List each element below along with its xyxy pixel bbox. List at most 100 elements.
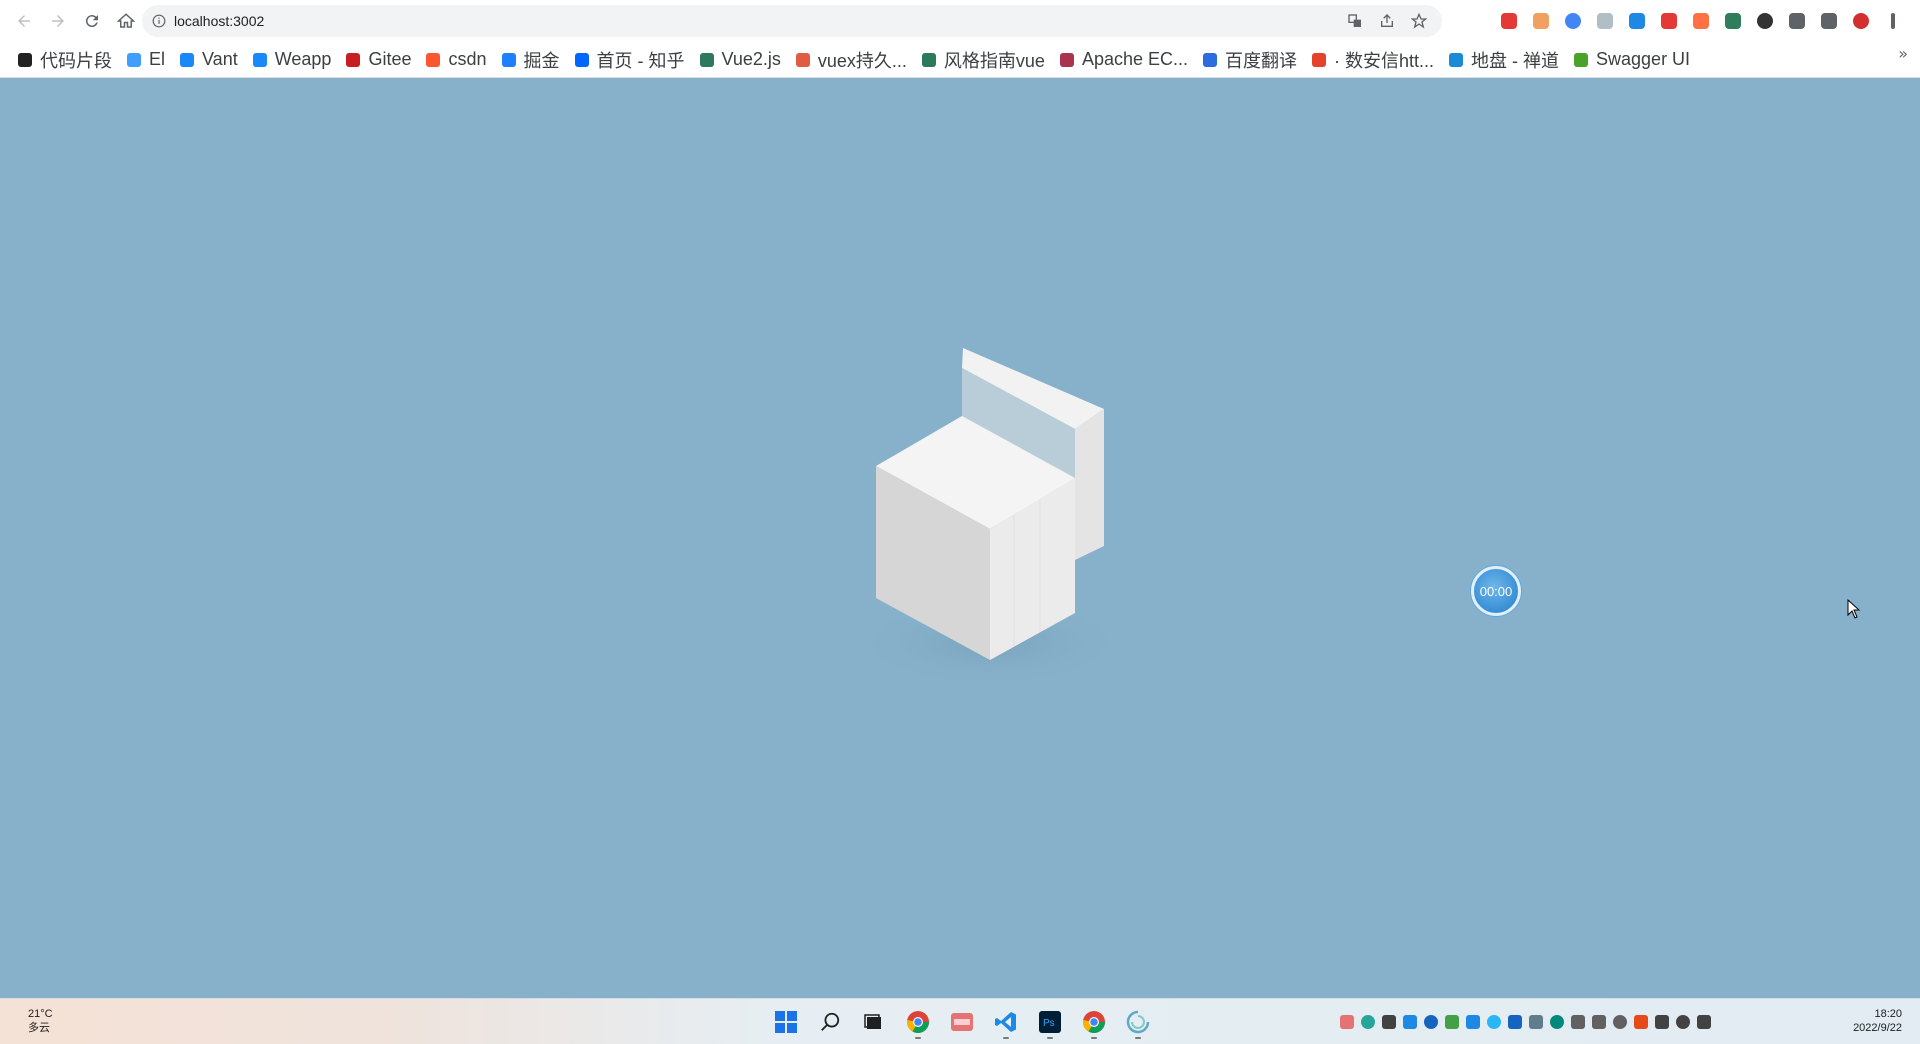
reload-button[interactable]	[76, 5, 108, 37]
glasses-extension-icon[interactable]	[1688, 8, 1714, 34]
bookmark-item[interactable]: Gitee	[340, 46, 417, 74]
profile-avatar-icon[interactable]	[1848, 8, 1874, 34]
tray-app-icon-6[interactable]	[1445, 1015, 1459, 1029]
forward-icon	[52, 15, 64, 27]
heart-extension-icon[interactable]	[1496, 8, 1522, 34]
url-text[interactable]: localhost:3002	[174, 13, 264, 29]
tray-app-icon-1[interactable]	[1340, 1015, 1354, 1029]
sync-extension-icon[interactable]	[1624, 8, 1650, 34]
system-clock[interactable]: 18:20 2022/9/22	[1853, 1007, 1902, 1035]
browser-toolbar: localhost:3002	[0, 0, 1920, 42]
bookmark-item[interactable]: · 数安信htt...	[1306, 46, 1440, 74]
wifi-icon[interactable]	[1655, 1015, 1669, 1029]
tray-app-icon-5[interactable]	[1424, 1015, 1438, 1029]
tray-app-icon-10[interactable]	[1550, 1015, 1564, 1029]
back-button[interactable]	[8, 5, 40, 37]
weather-widget[interactable]: 21°C 多云	[28, 1007, 53, 1035]
vue-extension-icon[interactable]	[1720, 8, 1746, 34]
bookmark-item[interactable]: Weapp	[247, 46, 338, 74]
tray-app-icon-7[interactable]	[1466, 1015, 1480, 1029]
start-button[interactable]	[768, 1004, 804, 1040]
bookmarks-overflow-button[interactable]: »	[1898, 44, 1908, 63]
bookmark-favicon-icon	[127, 52, 141, 67]
puzzle-extensions-icon[interactable]	[1784, 8, 1810, 34]
timer-badge[interactable]: 00:00	[1471, 566, 1521, 616]
translate-icon[interactable]	[1342, 8, 1368, 34]
tray-app-icon-4[interactable]	[1403, 1015, 1417, 1029]
bookmark-favicon-icon	[574, 52, 589, 67]
taskbar-chrome-alt[interactable]	[1076, 1004, 1112, 1040]
home-button[interactable]	[110, 5, 142, 37]
taskbar-apps: Ps	[768, 1003, 1156, 1041]
bookmark-item[interactable]: 地盘 - 禅道	[1443, 46, 1565, 74]
forward-button[interactable]	[42, 5, 74, 37]
taskbar-chrome[interactable]	[900, 1004, 936, 1040]
microphone-icon[interactable]	[1592, 1015, 1606, 1029]
bookmark-label: 地盘 - 禅道	[1471, 50, 1560, 71]
circle-extension-icon[interactable]	[1752, 8, 1778, 34]
puzzle-extensions-icon-glyph	[1789, 13, 1805, 29]
color-ring-extension-icon[interactable]	[1560, 8, 1586, 34]
back-block-right	[1075, 409, 1104, 560]
bookmark-item[interactable]: El	[121, 46, 171, 74]
search-icon	[821, 1012, 840, 1031]
bookmark-favicon-icon	[1574, 52, 1589, 67]
bookmark-item[interactable]: 首页 - 知乎	[569, 46, 691, 74]
profile-avatar-icon-glyph	[1853, 13, 1869, 29]
bookmark-item[interactable]: 代码片段	[12, 46, 118, 74]
battery-icon[interactable]	[1697, 1015, 1711, 1029]
system-tray	[1340, 1011, 1711, 1033]
bookmark-label: El	[149, 49, 166, 69]
volume-icon[interactable]	[1676, 1015, 1690, 1029]
bookmark-favicon-icon	[426, 52, 441, 67]
extensions-bar	[1496, 6, 1906, 36]
tray-app-icon-9[interactable]	[1529, 1015, 1543, 1029]
weather-temp: 21°C	[28, 1008, 53, 1020]
bookmark-item[interactable]: Apache EC...	[1054, 46, 1194, 74]
bookmark-favicon-icon	[1312, 52, 1326, 67]
bookmark-label: Vant	[202, 49, 238, 69]
bookmark-favicon-icon	[18, 52, 32, 67]
bookmark-item[interactable]: vuex持久...	[790, 46, 913, 74]
loading-app-icon	[1126, 1010, 1150, 1034]
bluetooth-icon[interactable]	[1508, 1015, 1522, 1029]
screen-extension-icon[interactable]	[1592, 8, 1618, 34]
cloud-icon[interactable]	[1571, 1015, 1585, 1029]
taskbar-lala-app[interactable]	[944, 1004, 980, 1040]
input-method-icon[interactable]	[1613, 1015, 1627, 1029]
tray-app-icon-2[interactable]	[1361, 1015, 1375, 1029]
taskbar-vscode[interactable]	[988, 1004, 1024, 1040]
side-panel-icon[interactable]	[1816, 8, 1842, 34]
menu-kebab-icon[interactable]	[1880, 8, 1906, 34]
bookmark-label: Swagger UI	[1596, 49, 1691, 69]
tray-app-icon-3[interactable]	[1382, 1015, 1396, 1029]
address-bar[interactable]: localhost:3002	[142, 5, 1442, 37]
bookmark-favicon-icon	[346, 52, 361, 67]
task-view-button[interactable]	[856, 1004, 892, 1040]
taskbar-search-button[interactable]	[812, 1004, 848, 1040]
taskbar-loading-app[interactable]	[1120, 1004, 1156, 1040]
tray-app-icon-8[interactable]	[1487, 1015, 1501, 1029]
circle-extension-icon-glyph	[1757, 13, 1773, 29]
bookmark-item[interactable]: 百度翻译	[1197, 46, 1303, 74]
share-icon[interactable]	[1374, 8, 1400, 34]
bookmark-item[interactable]: Vue2.js	[694, 46, 787, 74]
site-info-icon[interactable]	[152, 14, 166, 28]
lala-app-icon	[951, 1013, 973, 1031]
isometric-block-stack	[850, 348, 1130, 689]
bookmark-item[interactable]: Vant	[174, 46, 244, 74]
orange-extension-icon[interactable]	[1528, 8, 1554, 34]
glasses-extension-icon-glyph	[1693, 13, 1709, 29]
app-running-indicator	[915, 1037, 921, 1039]
game-canvas[interactable]: 00:00	[0, 78, 1920, 998]
bookmark-item[interactable]: Swagger UI	[1568, 46, 1696, 74]
bookmark-item[interactable]: csdn	[420, 46, 492, 74]
bookmark-label: Vue2.js	[721, 49, 781, 69]
tray-app-icon-11[interactable]	[1634, 1015, 1648, 1029]
red-box-extension-icon[interactable]	[1656, 8, 1682, 34]
app-running-indicator	[1135, 1037, 1141, 1039]
bookmark-item[interactable]: 掘金	[496, 46, 566, 74]
bookmark-item[interactable]: 风格指南vue	[916, 46, 1051, 74]
taskbar-photoshop[interactable]: Ps	[1032, 1004, 1068, 1040]
bookmark-star-icon[interactable]	[1406, 8, 1432, 34]
